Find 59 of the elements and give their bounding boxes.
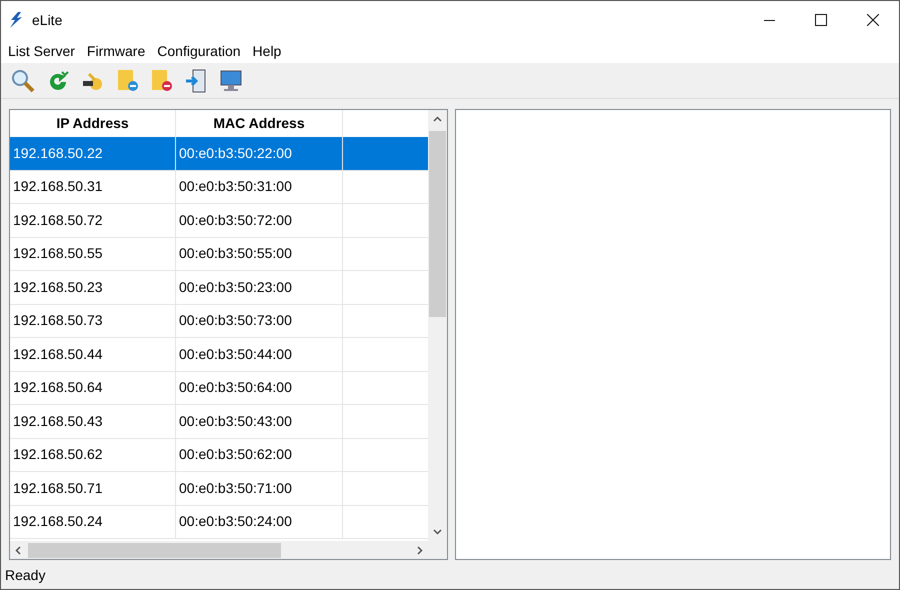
scroll-left-icon[interactable] — [15, 546, 21, 554]
table-row[interactable]: 192.168.50.55 00:e0:b3:50:55:00 — [10, 238, 428, 271]
monitor-icon[interactable] — [219, 68, 243, 92]
menu-item[interactable]: Help — [246, 40, 288, 62]
app-logo-icon — [9, 12, 23, 28]
table-cell-text: 00:e0:b3:50:62:00 — [179, 445, 292, 464]
scrollbar-thumb[interactable] — [429, 131, 446, 317]
table-cell-text: 192.168.50.31 — [13, 177, 103, 196]
scroll-right-icon[interactable] — [417, 546, 423, 554]
menu-item[interactable]: List Server — [2, 40, 81, 62]
table-cell-text: 192.168.50.64 — [13, 378, 103, 398]
scroll-up-icon[interactable] — [433, 116, 442, 122]
table-cell-text: 192.168.50.23 — [13, 278, 103, 297]
table-cell-text: 00:e0:b3:50:22:00 — [179, 144, 292, 163]
close-icon[interactable] — [867, 14, 879, 26]
document-add-icon[interactable] — [117, 68, 139, 92]
table-cell-text: 192.168.50.71 — [13, 478, 103, 498]
table-row[interactable]: 192.168.50.43 00:e0:b3:50:43:00 — [10, 405, 428, 438]
table-cell-text: 00:e0:b3:50:43:00 — [179, 412, 292, 431]
menu-item[interactable]: Firmware — [80, 40, 152, 62]
table-row[interactable]: 192.168.50.72 00:e0:b3:50:72:00 — [10, 204, 428, 238]
table-cell-text: 192.168.50.24 — [13, 512, 103, 532]
exit-door-icon[interactable] — [185, 68, 207, 92]
search-icon[interactable] — [11, 68, 35, 92]
table-cell-text: 192.168.50.43 — [13, 412, 103, 431]
table-cell-text: 00:e0:b3:50:55:00 — [179, 244, 292, 264]
table-cell-text: 192.168.50.55 — [13, 244, 103, 264]
table-row[interactable]: 192.168.50.73 00:e0:b3:50:73:00 — [10, 304, 428, 338]
table-row[interactable]: 192.168.50.71 00:e0:b3:50:71:00 — [10, 472, 428, 506]
table-cell-text: 00:e0:b3:50:44:00 — [179, 344, 292, 364]
table-row[interactable]: 192.168.50.64 00:e0:b3:50:64:00 — [10, 372, 428, 405]
table-cell-text: 00:e0:b3:50:31:00 — [179, 177, 292, 196]
table-cell-text: 00:e0:b3:50:24:00 — [179, 512, 292, 532]
refresh-icon[interactable] — [47, 70, 69, 92]
table-cell-text: 00:e0:b3:50:23:00 — [179, 278, 292, 297]
vertical-scrollbar[interactable] — [428, 110, 447, 541]
horizontal-scrollbar[interactable] — [10, 541, 447, 559]
table-row[interactable]: 192.168.50.44 00:e0:b3:50:44:00 — [10, 338, 428, 372]
table-cell-text: 00:e0:b3:50:64:00 — [179, 378, 292, 398]
status-text: Ready — [5, 566, 46, 585]
table-row[interactable]: 192.168.50.31 00:e0:b3:50:31:00 — [10, 170, 428, 204]
table-row[interactable]: 192.168.50.24 00:e0:b3:50:24:00 — [10, 506, 428, 539]
table-row[interactable]: 192.168.50.23 00:e0:b3:50:23:00 — [10, 271, 428, 304]
table-cell-text: 192.168.50.72 — [13, 210, 103, 230]
scrollbar-thumb[interactable] — [28, 542, 281, 558]
table-cell-text: 192.168.50.22 — [13, 144, 103, 163]
table-row[interactable]: 192.168.50.22 00:e0:b3:50:22:00 — [10, 137, 428, 170]
table-cell-text: 192.168.50.73 — [13, 311, 103, 330]
window-title: eLite — [32, 10, 62, 30]
table-row[interactable]: 192.168.50.62 00:e0:b3:50:62:00 — [10, 438, 428, 472]
table-cell-text: 00:e0:b3:50:71:00 — [179, 478, 292, 498]
menu-item[interactable]: Configuration — [151, 40, 247, 62]
maximize-icon[interactable] — [815, 14, 827, 26]
table-cell-text: 00:e0:b3:50:73:00 — [179, 311, 292, 330]
table-cell-text: 192.168.50.62 — [13, 445, 103, 464]
table-cell-text: 00:e0:b3:50:72:00 — [179, 210, 292, 230]
scroll-down-icon[interactable] — [433, 529, 442, 535]
table-cell-text: 192.168.50.44 — [13, 344, 103, 364]
document-remove-icon[interactable] — [151, 68, 173, 92]
